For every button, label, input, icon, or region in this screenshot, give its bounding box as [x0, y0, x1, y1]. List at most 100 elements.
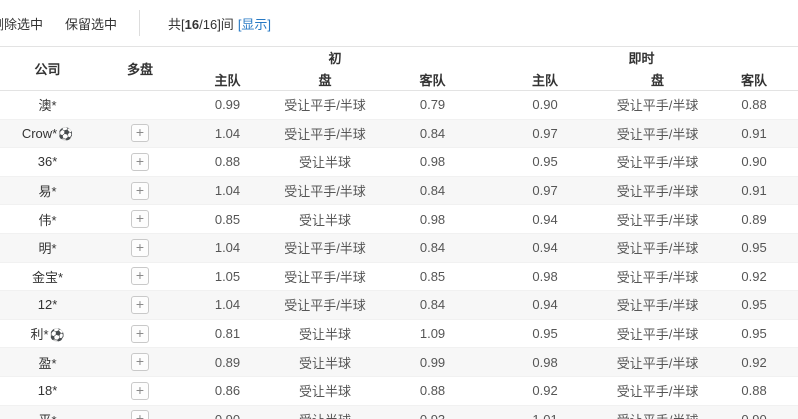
company-cell: 盈*	[0, 347, 95, 377]
live-away-odds: 0.91	[710, 119, 798, 149]
live-handicap: 受让平手/半球	[605, 147, 711, 177]
header-initial-group: 初	[185, 46, 486, 69]
live-away-odds: 0.92	[710, 347, 798, 377]
initial-home-odds: 1.05	[185, 262, 270, 292]
live-away-odds: 0.89	[710, 204, 798, 234]
initial-home-odds: 0.86	[185, 376, 270, 406]
initial-home-odds: 0.88	[185, 147, 270, 177]
live-handicap: 受让平手/半球	[605, 233, 711, 263]
initial-handicap: 受让平手/半球	[270, 176, 380, 206]
live-away-odds: 0.95	[710, 233, 798, 263]
live-away-odds: 0.88	[710, 376, 798, 406]
header-live-away: 客队	[710, 68, 798, 91]
company-name: 12*	[37, 297, 58, 313]
expand-plus-button[interactable]: +	[131, 124, 149, 143]
company-cell: 12*	[0, 290, 95, 320]
expand-plus-button[interactable]: +	[131, 295, 149, 314]
initial-handicap: 受让半球	[270, 376, 380, 406]
expand-plus-button[interactable]: +	[131, 353, 149, 372]
odds-table-body: 澳* 0.99 受让平手/半球 0.79 0.90 受让平手/半球 0.88 C…	[0, 90, 798, 419]
company-cell: 平*	[0, 405, 95, 419]
initial-handicap: 受让半球	[270, 319, 380, 349]
header-initial-home: 主队	[185, 68, 270, 91]
multi-cell: +	[95, 233, 185, 263]
table-row: 盈* + 0.89 受让半球 0.99 0.98 受让平手/半球 0.92	[0, 347, 798, 377]
expand-plus-button[interactable]: +	[131, 381, 149, 400]
multi-cell: +	[95, 119, 185, 149]
live-away-odds: 0.95	[710, 319, 798, 349]
live-handicap: 受让平手/半球	[605, 90, 711, 120]
expand-plus-button[interactable]: +	[131, 238, 149, 257]
soccer-ball-icon: ⚽	[58, 126, 74, 141]
company-cell: 伟*	[0, 204, 95, 234]
table-row: 伟* + 0.85 受让半球 0.98 0.94 受让平手/半球 0.89	[0, 204, 798, 234]
initial-home-odds: 0.85	[185, 204, 270, 234]
company-name: 易*	[38, 184, 57, 200]
company-cell: 易*	[0, 176, 95, 206]
initial-handicap: 受让半球	[270, 405, 380, 419]
expand-plus-button[interactable]: +	[131, 267, 149, 286]
delete-selected-button[interactable]: 删除选中	[0, 14, 43, 33]
initial-handicap: 受让平手/半球	[270, 262, 380, 292]
initial-handicap: 受让平手/半球	[270, 290, 380, 320]
expand-plus-button[interactable]: +	[131, 210, 149, 229]
company-name: 澳*	[38, 98, 57, 114]
selected-count: 16	[184, 16, 200, 32]
table-row: 易* + 1.04 受让平手/半球 0.84 0.97 受让平手/半球 0.91	[0, 176, 798, 206]
live-home-odds: 0.94	[485, 233, 606, 263]
header-initial-away: 客队	[380, 68, 486, 91]
table-row: 12* + 1.04 受让平手/半球 0.84 0.94 受让平手/半球 0.9…	[0, 290, 798, 320]
company-name: 利*	[30, 327, 49, 343]
expand-plus-button[interactable]: +	[131, 410, 149, 419]
live-home-odds: 0.97	[485, 119, 606, 149]
live-handicap: 受让平手/半球	[605, 290, 711, 320]
initial-away-odds: 0.84	[380, 290, 486, 320]
initial-away-odds: 0.93	[380, 405, 486, 419]
company-cell: 18*	[0, 376, 95, 406]
soccer-ball-icon: ⚽	[49, 328, 65, 343]
expand-plus-button[interactable]: +	[131, 181, 149, 200]
expand-plus-button[interactable]: +	[131, 152, 149, 171]
live-handicap: 受让平手/半球	[605, 204, 711, 234]
multi-cell: +	[95, 319, 185, 349]
initial-away-odds: 0.85	[380, 262, 486, 292]
live-home-odds: 0.98	[485, 262, 606, 292]
toolbar: 删除选中 保留选中 共[16/16]间 [显示]	[0, 0, 798, 46]
live-away-odds: 0.88	[710, 90, 798, 120]
initial-home-odds: 0.99	[185, 90, 270, 120]
initial-home-odds: 1.04	[185, 290, 270, 320]
initial-handicap: 受让半球	[270, 147, 380, 177]
live-home-odds: 0.92	[485, 376, 606, 406]
live-home-odds: 0.95	[485, 319, 606, 349]
keep-selected-button[interactable]: 保留选中	[65, 14, 117, 33]
live-home-odds: 0.95	[485, 147, 606, 177]
initial-away-odds: 0.84	[380, 176, 486, 206]
header-initial-handicap: 盘	[270, 68, 380, 91]
summary-prefix: 共[	[168, 16, 185, 32]
initial-away-odds: 0.79	[380, 90, 486, 120]
initial-handicap: 受让平手/半球	[270, 119, 380, 149]
multi-cell: +	[95, 262, 185, 292]
header-live-group: 即时	[485, 46, 798, 69]
live-away-odds: 0.90	[710, 147, 798, 177]
table-row: Crow*⚽ + 1.04 受让平手/半球 0.84 0.97 受让平手/半球 …	[0, 119, 798, 149]
odds-table: 公司 多盘 初 即时 主队 盘 客队 主队 盘 客队 澳* 0.99 受让平手/…	[0, 46, 798, 419]
multi-cell: +	[95, 347, 185, 377]
header-live-home: 主队	[485, 68, 606, 91]
company-name: 伟*	[38, 212, 57, 228]
expand-plus-button[interactable]: +	[131, 324, 149, 343]
odds-table-header: 公司 多盘 初 即时 主队 盘 客队 主队 盘 客队	[0, 46, 798, 91]
initial-home-odds: 1.04	[185, 119, 270, 149]
initial-away-odds: 0.99	[380, 347, 486, 377]
bookmaker-count-summary: 共[16/16]间	[168, 14, 234, 33]
company-name: 36*	[37, 154, 58, 170]
live-handicap: 受让平手/半球	[605, 119, 711, 149]
company-name: 盈*	[38, 355, 57, 371]
initial-handicap: 受让半球	[270, 347, 380, 377]
show-link[interactable]: [显示]	[238, 14, 271, 33]
live-home-odds: 0.90	[485, 90, 606, 120]
initial-handicap: 受让半球	[270, 204, 380, 234]
table-row: 18* + 0.86 受让半球 0.88 0.92 受让平手/半球 0.88	[0, 376, 798, 406]
table-row: 利*⚽ + 0.81 受让半球 1.09 0.95 受让平手/半球 0.95	[0, 319, 798, 349]
initial-home-odds: 1.04	[185, 176, 270, 206]
